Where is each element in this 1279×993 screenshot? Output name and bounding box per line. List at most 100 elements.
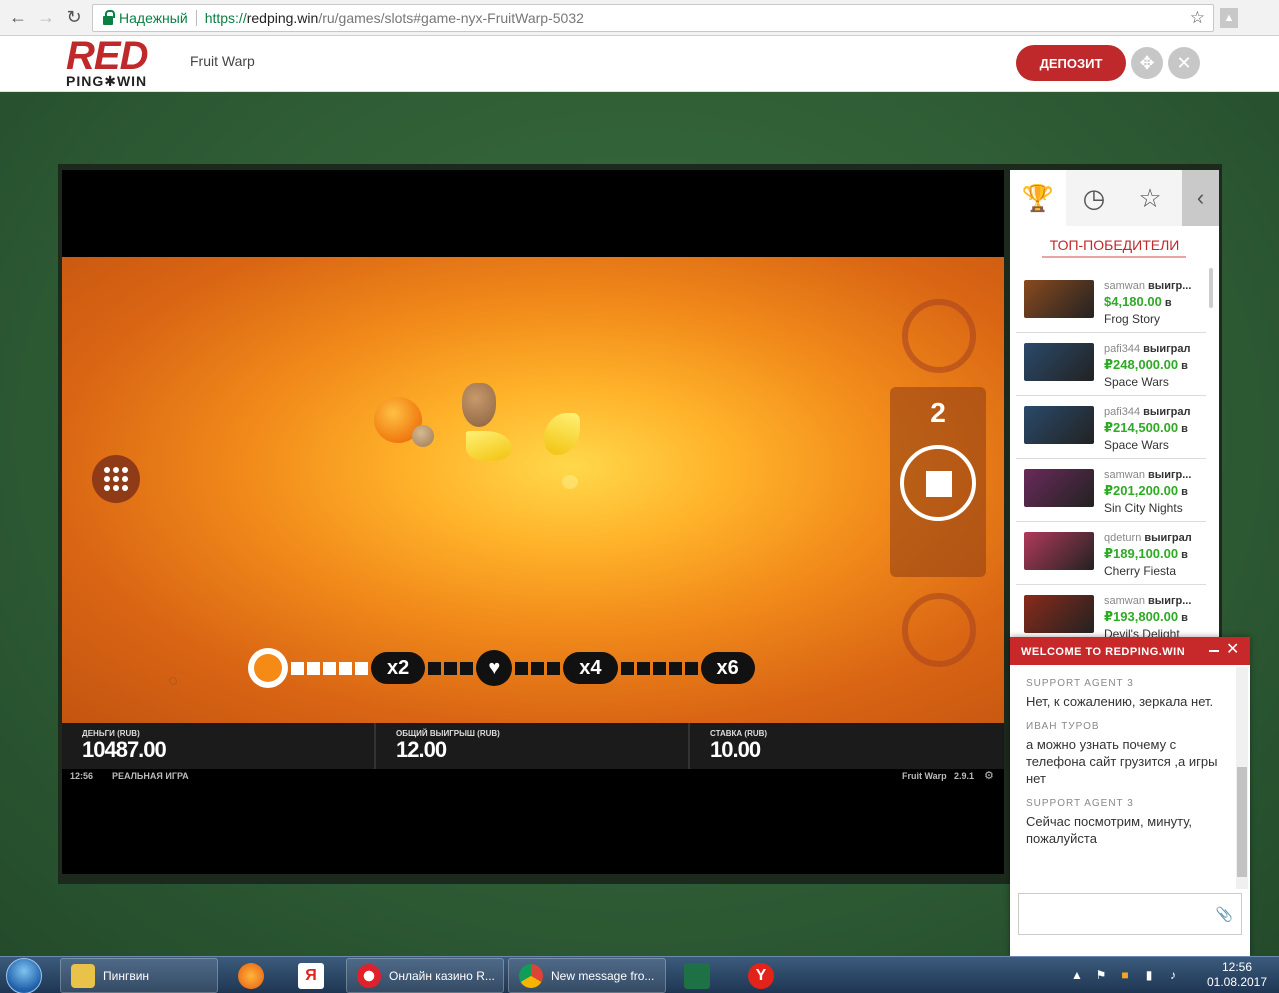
taskbar-yandex[interactable]: Y xyxy=(732,958,790,993)
winner-action: выиграл xyxy=(1144,532,1192,544)
logo-red: RED xyxy=(66,34,148,78)
close-icon[interactable]: ✕ xyxy=(1226,642,1240,658)
winner-item[interactable]: pafi344 выиграл ₽214,500.00 в Space Wars xyxy=(1016,396,1206,459)
balance-value: 10487.00 xyxy=(82,737,167,762)
deposit-button[interactable]: ДЕПОЗИТ xyxy=(1016,45,1126,81)
chat-input[interactable]: 📎 xyxy=(1018,893,1242,935)
avast-icon[interactable]: ■ xyxy=(1118,968,1132,982)
winner-item[interactable]: samwan выигр... ₽201,200.00 в Sin City Nig… xyxy=(1016,459,1206,522)
winner-user: samwan xyxy=(1104,469,1145,481)
excel-icon xyxy=(684,962,710,989)
taskbar-firefox[interactable] xyxy=(222,958,280,993)
multiplier-progress: x2 ♥ x4 x6 xyxy=(248,648,755,688)
progress-segment xyxy=(291,661,304,675)
grapes-fruit xyxy=(462,383,496,427)
scrollbar-thumb[interactable] xyxy=(1237,767,1247,877)
winner-game[interactable]: Sin City Nights xyxy=(1104,500,1204,516)
game-name: Fruit Warp xyxy=(902,771,947,781)
url-protocol: https:// xyxy=(204,10,247,26)
orange-progress-icon xyxy=(248,648,288,688)
address-bar[interactable]: Надежный https://redping.win/ru/games/sl… xyxy=(92,4,1214,32)
game-info-bar: ДЕНЬГИ (RUB) 10487.00 ОБЩИЙ ВЫИГРЫШ (RUB… xyxy=(62,723,1004,769)
settings-icon[interactable]: ⚙ xyxy=(984,769,994,782)
winner-user: pafi344 xyxy=(1104,406,1141,418)
message-author: SUPPORT AGENT 3 xyxy=(1026,678,1134,689)
progress-segment xyxy=(531,661,545,675)
logo[interactable]: RED PING✱WIN xyxy=(66,34,166,90)
minimize-icon[interactable] xyxy=(1209,650,1219,652)
start-button[interactable] xyxy=(6,958,42,993)
back-icon[interactable]: ← xyxy=(4,4,32,32)
autoplay-button[interactable] xyxy=(902,299,976,373)
tray-arrow-icon[interactable]: ▲ xyxy=(1070,968,1084,982)
sidebar-tabs: 🏆 ◷ ☆ ‹ xyxy=(1010,170,1219,226)
taskbar-yandex-browser[interactable]: Я xyxy=(282,958,340,993)
flag-icon[interactable]: ⚑ xyxy=(1094,968,1108,982)
winner-text: samwan выигр... ₽193,800.00 в Devil's Deli… xyxy=(1104,593,1204,642)
game-thumbnail[interactable] xyxy=(1024,532,1094,570)
chevron-left-icon[interactable]: ‹ xyxy=(1182,170,1219,226)
volume-icon[interactable]: ♪ xyxy=(1166,968,1180,982)
winner-item[interactable]: pafi344 выиграл ₽248,000.00 в Space Wars xyxy=(1016,333,1206,396)
progress-segment xyxy=(339,661,352,675)
game-thumbnail[interactable] xyxy=(1024,343,1094,381)
system-tray: ▲ ⚑ ■ ▮ ♪ xyxy=(1070,958,1215,993)
firefox-icon xyxy=(238,962,264,989)
winners-list: samwan выигр... $4,180.00 в Frog Story pafi… xyxy=(1016,270,1206,648)
winner-item[interactable]: qdeturn выиграл ₽189,100.00 в Cherry Fiest… xyxy=(1016,522,1206,585)
taskbar-chrome[interactable]: New message fro... xyxy=(508,958,666,993)
reload-icon[interactable]: ↻ xyxy=(60,4,88,32)
game-thumbnail[interactable] xyxy=(1024,406,1094,444)
winner-game[interactable]: Frog Story xyxy=(1104,311,1204,327)
close-icon[interactable]: ✕ xyxy=(1168,47,1200,79)
forward-icon[interactable]: → xyxy=(32,4,60,32)
trophy-icon[interactable]: 🏆 xyxy=(1010,170,1066,226)
sidebar-scrollbar[interactable] xyxy=(1209,268,1213,308)
coconut-fruit xyxy=(412,425,434,447)
message-author: SUPPORT AGENT 3 xyxy=(1026,798,1134,809)
taskbar-opera[interactable]: Онлайн казино R... xyxy=(346,958,504,993)
chat-message: SUPPORT AGENT 3 Сейчас посмотрим, минуту,… xyxy=(1010,787,1236,847)
progress-segment xyxy=(684,661,698,675)
game-thumbnail[interactable] xyxy=(1024,595,1094,633)
winner-in: в xyxy=(1181,360,1188,372)
clock-time: 12:56 xyxy=(1221,960,1253,974)
winner-action: выиграл xyxy=(1143,343,1191,355)
taskbar-clock[interactable]: 12:56 01.08.2017 xyxy=(1202,960,1272,990)
winner-game[interactable]: Space Wars xyxy=(1104,374,1204,390)
bet-coin-button[interactable] xyxy=(902,593,976,667)
winner-text: pafi344 выиграл ₽214,500.00 в Space Wars xyxy=(1104,404,1204,453)
winner-game[interactable]: Cherry Fiesta xyxy=(1104,563,1204,579)
game-version: 2.9.1 xyxy=(954,771,975,781)
extension-icon[interactable]: ▲ xyxy=(1220,8,1238,28)
game-thumbnail[interactable] xyxy=(1024,469,1094,507)
game-time: 12:56 xyxy=(70,771,94,781)
winner-game[interactable]: Space Wars xyxy=(1104,437,1204,453)
fullscreen-icon[interactable]: ✥ xyxy=(1131,47,1163,79)
progress-segment xyxy=(444,661,458,675)
winner-user: qdeturn xyxy=(1104,532,1142,544)
attach-icon[interactable]: 📎 xyxy=(1216,906,1233,923)
taskbar-explorer[interactable]: Пингвин xyxy=(60,958,218,993)
total-win-panel: ОБЩИЙ ВЫИГРЫШ (RUB) 12.00 xyxy=(376,723,690,769)
game-menu-button[interactable] xyxy=(92,455,140,503)
clock-icon[interactable]: ◷ xyxy=(1066,170,1122,226)
bookmark-star-icon[interactable]: ☆ xyxy=(1190,8,1205,28)
progress-segment xyxy=(355,661,368,675)
stop-icon xyxy=(926,471,952,497)
progress-segment xyxy=(668,661,682,675)
chat-scrollbar[interactable] xyxy=(1236,667,1248,889)
network-icon[interactable]: ▮ xyxy=(1142,968,1156,982)
taskbar-excel[interactable] xyxy=(668,958,726,993)
winner-amount: ₽189,100.00 xyxy=(1104,546,1179,561)
multiplier-x6: x6 xyxy=(700,652,755,684)
star-icon[interactable]: ☆ xyxy=(1122,170,1178,226)
game-thumbnail[interactable] xyxy=(1024,280,1094,318)
chrome-label: New message fro... xyxy=(551,968,655,983)
winner-action: выигр... xyxy=(1148,280,1192,292)
banana-fruit-2 xyxy=(544,413,580,455)
game-stage[interactable]: 2 x2 ♥ x4 x6 xyxy=(62,257,1004,723)
stop-button[interactable] xyxy=(900,445,976,521)
taskbar: Пингвин Я Онлайн казино R... New message… xyxy=(0,956,1279,993)
winner-item[interactable]: samwan выигр... $4,180.00 в Frog Story xyxy=(1016,270,1206,333)
